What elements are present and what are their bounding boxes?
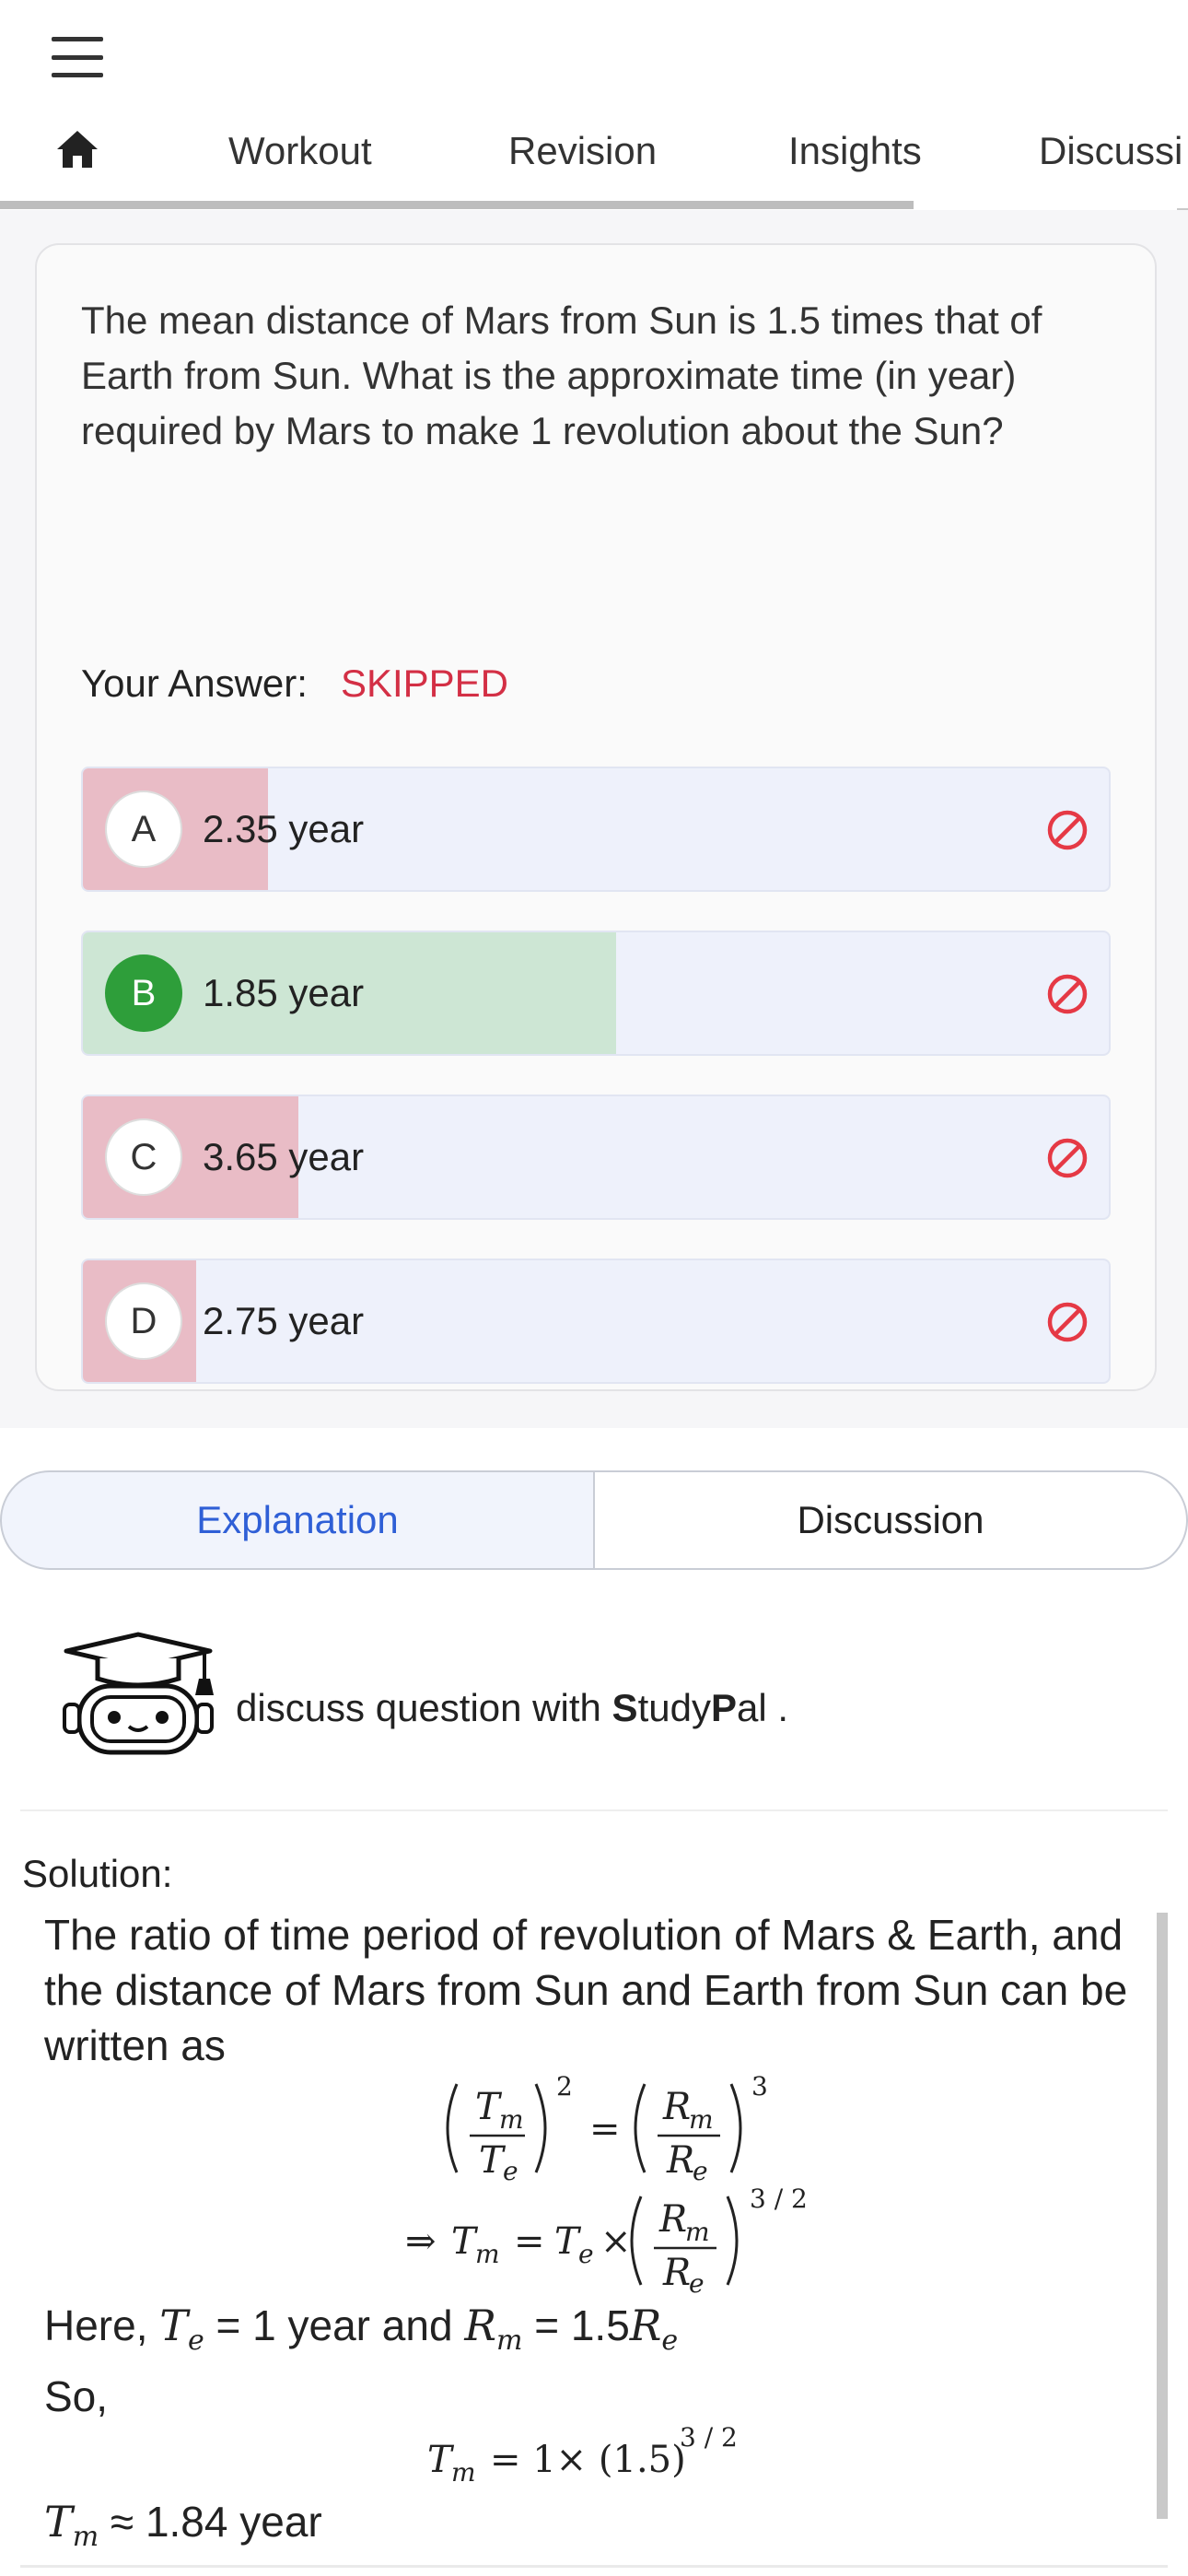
solution-intro: The ratio of time period of revolution o… <box>44 1911 1128 2069</box>
option-d-letter: D <box>105 1282 182 1360</box>
svg-text:e: e <box>693 2156 708 2185</box>
svg-text:3 / 2: 3 / 2 <box>750 2185 808 2214</box>
ban-icon <box>1047 810 1088 850</box>
svg-text:=: = <box>589 2108 621 2150</box>
solution-body: The ratio of time period of revolution o… <box>44 1907 1159 2565</box>
final-value: ≈ 1.84 year <box>110 2498 322 2547</box>
so-label: So, <box>44 2372 109 2421</box>
studypal-text: discuss question with StudyPal . <box>236 1686 788 1730</box>
studypal-s-rest: tudy <box>637 1686 711 1729</box>
rm-value: = 1.5 <box>534 2301 630 2349</box>
equation-tm: ⇒ Tm = Te × Rm Re 3 / 2 <box>405 2185 808 2298</box>
ban-icon <box>1047 1302 1088 1342</box>
te-symbol: T <box>159 2301 188 2350</box>
svg-text:e: e <box>578 2239 594 2269</box>
studypal-p-rest: al . <box>736 1686 788 1729</box>
svg-text:m: m <box>451 2457 476 2488</box>
svg-text:R: R <box>662 2252 691 2294</box>
svg-text:=: = <box>514 2220 545 2263</box>
svg-text:m: m <box>685 2217 710 2247</box>
svg-text:R: R <box>658 2198 687 2241</box>
studypal-s: S <box>611 1686 638 1729</box>
svg-text:R: R <box>662 2086 691 2128</box>
option-b-letter: B <box>105 954 182 1032</box>
solution-here-line: Here, Te = 1 year and Rm = 1.5Re <box>44 2301 679 2358</box>
top-tabs: Workout Revision Insights Discussi <box>0 109 1188 208</box>
tab-explanation[interactable]: Explanation <box>0 1470 595 1570</box>
studypal-p: P <box>710 1686 737 1729</box>
year-and: = 1 year and <box>215 2301 453 2349</box>
divider <box>20 1809 1168 1811</box>
robot-graduate-icon <box>63 1632 214 1755</box>
your-answer-row: Your Answer: SKIPPED <box>81 662 508 706</box>
svg-text:m: m <box>475 2239 500 2269</box>
bottom-divider <box>20 2565 1168 2568</box>
equation-final: Tm = 1× (1.5) 3 / 2 <box>427 2424 738 2488</box>
svg-text:2: 2 <box>556 2073 573 2102</box>
svg-text:⇒: ⇒ <box>405 2220 437 2263</box>
tab-workout[interactable]: Workout <box>228 109 372 193</box>
your-answer-label: Your Answer: <box>81 662 308 705</box>
tab-insights[interactable]: Insights <box>788 109 922 193</box>
your-answer-status: SKIPPED <box>340 662 509 705</box>
solution-final: Tm ≈ 1.84 year <box>44 2497 322 2554</box>
studypal-prefix: discuss question with <box>236 1686 612 1729</box>
studypal-prompt[interactable]: discuss question with StudyPal . <box>0 1612 1188 1769</box>
solution-title: Solution: <box>22 1852 173 1895</box>
svg-text:3: 3 <box>751 2073 768 2102</box>
svg-text:3 / 2: 3 / 2 <box>680 2424 738 2453</box>
svg-text:= 1× (1.5): = 1× (1.5) <box>490 2439 686 2481</box>
tab-scroll-indicator <box>0 201 914 209</box>
question-area: The mean distance of Mars from Sun is 1.… <box>0 210 1188 1428</box>
question-card: The mean distance of Mars from Sun is 1.… <box>35 243 1157 1391</box>
svg-text:m: m <box>499 2104 524 2135</box>
ban-icon <box>1047 1138 1088 1178</box>
app-header: Workout Revision Insights Discussi <box>0 0 1188 212</box>
option-d-text: 2.75 year <box>203 1299 365 1342</box>
option-b[interactable]: B 1.85 year <box>81 931 1111 1056</box>
tab-revision[interactable]: Revision <box>508 109 657 193</box>
lower-section: Explanation Discussion discuss question … <box>0 1428 1188 2576</box>
tab-discussion-lower[interactable]: Discussion <box>593 1470 1188 1570</box>
here-label: Here, <box>44 2301 148 2349</box>
svg-text:R: R <box>666 2139 694 2182</box>
option-c-letter: C <box>105 1118 182 1196</box>
option-a-letter: A <box>105 790 182 868</box>
svg-text:m: m <box>689 2104 714 2135</box>
svg-text:e: e <box>503 2156 518 2185</box>
question-text: The mean distance of Mars from Sun is 1.… <box>81 299 1042 452</box>
option-c[interactable]: C 3.65 year <box>81 1095 1111 1220</box>
tab-discussion[interactable]: Discussi <box>1039 109 1182 193</box>
option-d[interactable]: D 2.75 year <box>81 1259 1111 1384</box>
option-a-text: 2.35 year <box>203 807 365 850</box>
solution-scrollbar[interactable] <box>1157 1913 1168 2519</box>
option-c-text: 3.65 year <box>203 1135 365 1178</box>
option-b-text: 1.85 year <box>203 971 365 1014</box>
ban-icon <box>1047 974 1088 1014</box>
svg-text:e: e <box>689 2268 705 2298</box>
svg-text:×: × <box>600 2220 632 2263</box>
option-a[interactable]: A 2.35 year <box>81 767 1111 892</box>
equation-ratio: Tm Te 2 = Rm Re 3 <box>446 2073 768 2185</box>
menu-icon[interactable] <box>52 37 103 77</box>
